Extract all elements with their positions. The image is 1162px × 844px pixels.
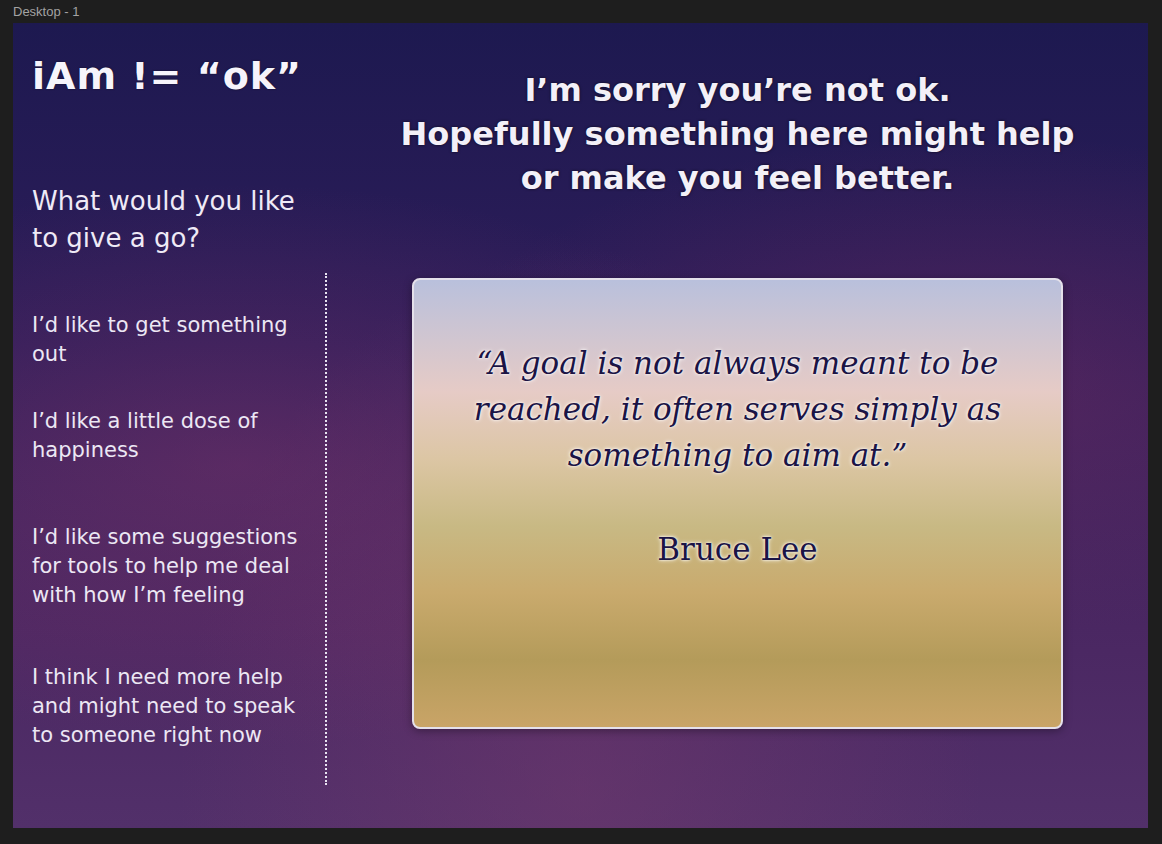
left-pane: iAm != “ok” What would you like to give … [13, 23, 327, 828]
heading-line: or make you feel better. [327, 156, 1148, 200]
quote-author: Bruce Lee [434, 526, 1041, 573]
design-frame: iAm != “ok” What would you like to give … [13, 23, 1148, 828]
quote-text: “A goal is not always meant to bereached… [434, 340, 1041, 478]
quote-line: reached, it often serves simply as [434, 386, 1041, 432]
app-logo: iAm != “ok” [32, 23, 327, 99]
heading-line: Hopefully something here might help [327, 112, 1148, 156]
quote-card: “A goal is not always meant to bereached… [412, 278, 1063, 729]
frame-label: Desktop - 1 [0, 0, 1162, 23]
heading-line: I’m sorry you’re not ok. [327, 68, 1148, 112]
option-item[interactable]: I think I need more help and might need … [32, 663, 311, 750]
prompt-text: What would you like to give a go? [32, 183, 327, 257]
quote-line: “A goal is not always meant to be [434, 340, 1041, 386]
option-item[interactable]: I’d like a little dose of happiness [32, 407, 311, 465]
option-item[interactable]: I’d like some suggestions for tools to h… [32, 523, 311, 610]
right-pane: I’m sorry you’re not ok.Hopefully someth… [327, 23, 1148, 828]
option-item[interactable]: I’d like to get something out [32, 311, 311, 369]
hero-heading: I’m sorry you’re not ok.Hopefully someth… [327, 23, 1148, 200]
quote-line: something to aim at.” [434, 432, 1041, 478]
options-list: I’d like to get something out I’d like a … [32, 273, 327, 785]
